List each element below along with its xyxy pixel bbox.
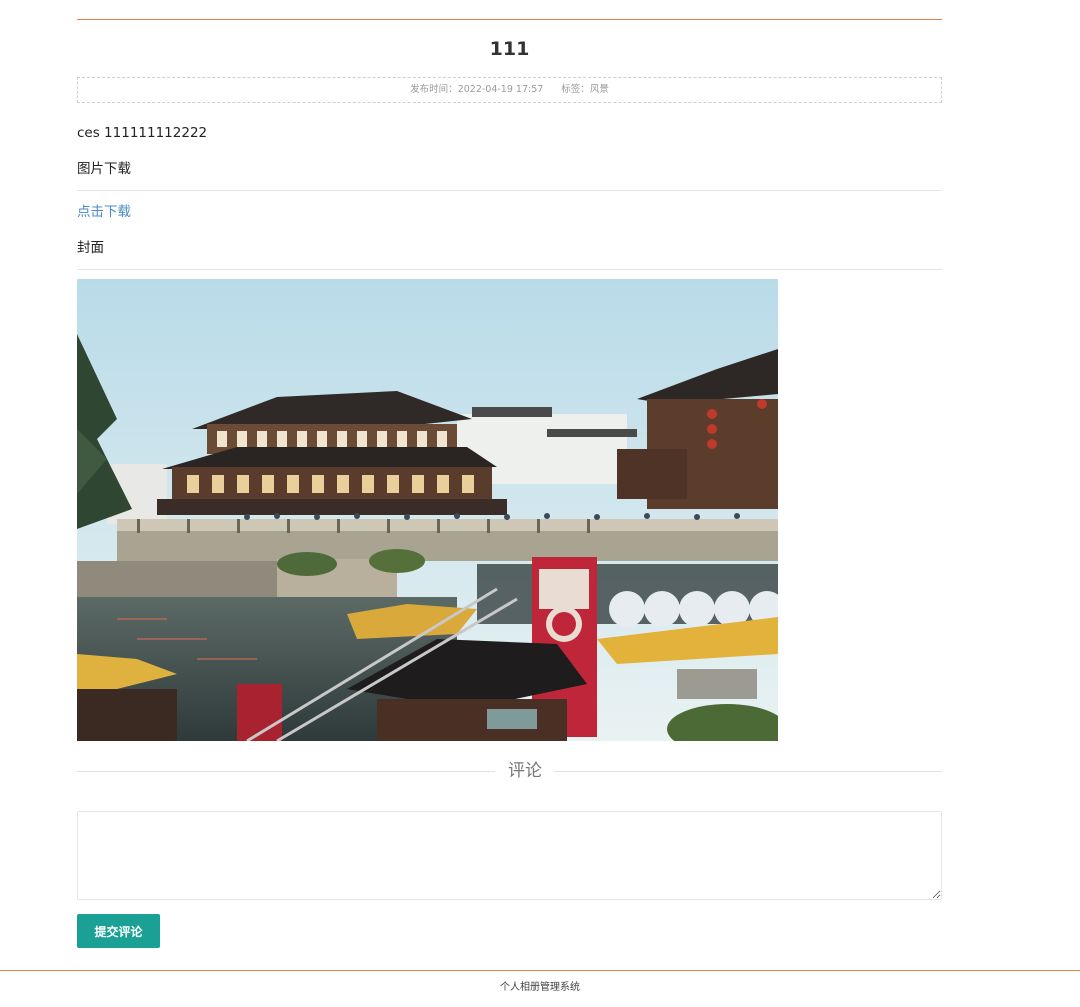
- article-body-text: ces 111111112222: [77, 125, 208, 141]
- cover-image: [77, 279, 778, 741]
- comments-divider: 评论: [77, 760, 942, 782]
- section-divider: [77, 269, 942, 270]
- publish-time: 2022-04-19 17:57: [457, 84, 544, 95]
- download-heading: 图片下载: [77, 161, 131, 177]
- header-divider: [77, 19, 942, 20]
- footer-divider: [0, 970, 1080, 971]
- article-title: 111: [489, 38, 530, 60]
- publish-time-label: 发布时间：: [410, 84, 458, 95]
- comment-textarea[interactable]: [77, 811, 942, 900]
- cover-heading: 封面: [77, 240, 104, 256]
- tag-label: 标签：: [561, 84, 590, 95]
- comments-heading: 评论: [508, 761, 542, 781]
- article-meta: 发布时间：2022-04-19 17:57 标签：风景: [77, 77, 942, 103]
- tag-value: 风景: [589, 84, 609, 95]
- photo-icon: [77, 279, 778, 741]
- section-divider: [77, 190, 942, 191]
- download-link[interactable]: 点击下载: [77, 203, 131, 221]
- divider-line: [554, 771, 942, 772]
- submit-comment-button[interactable]: 提交评论: [77, 914, 160, 948]
- footer-text: 个人相册管理系统: [500, 982, 580, 993]
- divider-line: [77, 771, 495, 772]
